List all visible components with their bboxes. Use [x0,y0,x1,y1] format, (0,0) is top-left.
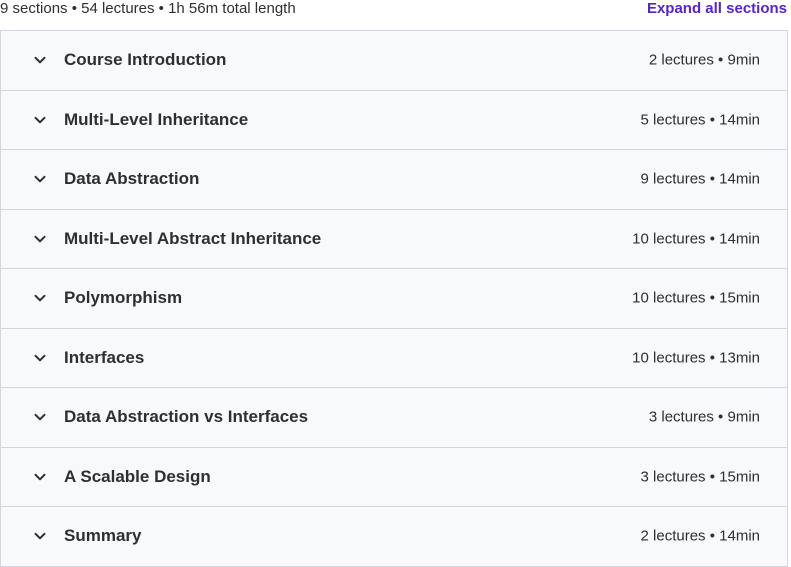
section-title: Summary [64,526,142,546]
chevron-down-icon [33,53,47,67]
section-row[interactable]: Course Introduction 2 lectures • 9min [1,31,787,91]
section-row[interactable]: Polymorphism 10 lectures • 15min [1,269,787,329]
chevron-down-icon [33,351,47,365]
section-row[interactable]: Data Abstraction vs Interfaces 3 lecture… [1,388,787,448]
section-meta: 5 lectures • 14min [640,111,760,129]
section-row[interactable]: Multi-Level Abstract Inheritance 10 lect… [1,209,787,269]
section-meta: 10 lectures • 14min [632,230,760,248]
section-meta: 10 lectures • 15min [632,289,760,307]
section-title: Data Abstraction [64,169,200,189]
section-meta: 2 lectures • 9min [648,51,760,69]
section-list: Course Introduction 2 lectures • 9min Mu… [0,30,788,567]
section-title: A Scalable Design [64,466,211,486]
chevron-down-icon [33,410,47,424]
section-meta: 3 lectures • 9min [648,408,760,426]
chevron-down-icon [33,113,47,127]
curriculum-summary-bar: 9 sections • 54 lectures • 1h 56m total … [0,0,791,20]
curriculum-summary: 9 sections • 54 lectures • 1h 56m total … [0,0,296,17]
chevron-down-icon [33,172,47,186]
section-meta: 10 lectures • 13min [632,349,760,367]
expand-all-sections-button[interactable]: Expand all sections [647,0,787,17]
section-row[interactable]: Summary 2 lectures • 14min [1,507,787,567]
section-title: Multi-Level Inheritance [64,109,249,129]
chevron-down-icon [33,291,47,305]
section-title: Polymorphism [64,288,183,308]
section-title: Multi-Level Abstract Inheritance [64,228,322,248]
section-row[interactable]: A Scalable Design 3 lectures • 15min [1,447,787,507]
chevron-down-icon [33,529,47,543]
section-row[interactable]: Data Abstraction 9 lectures • 14min [1,150,787,210]
section-title: Course Introduction [64,50,227,70]
section-meta: 2 lectures • 14min [640,527,760,545]
section-row[interactable]: Multi-Level Inheritance 5 lectures • 14m… [1,90,787,150]
section-row[interactable]: Interfaces 10 lectures • 13min [1,328,787,388]
chevron-down-icon [33,470,47,484]
section-title: Data Abstraction vs Interfaces [64,407,309,427]
chevron-down-icon [33,232,47,246]
section-title: Interfaces [64,347,145,367]
section-meta: 9 lectures • 14min [640,170,760,188]
section-meta: 3 lectures • 15min [640,468,760,486]
